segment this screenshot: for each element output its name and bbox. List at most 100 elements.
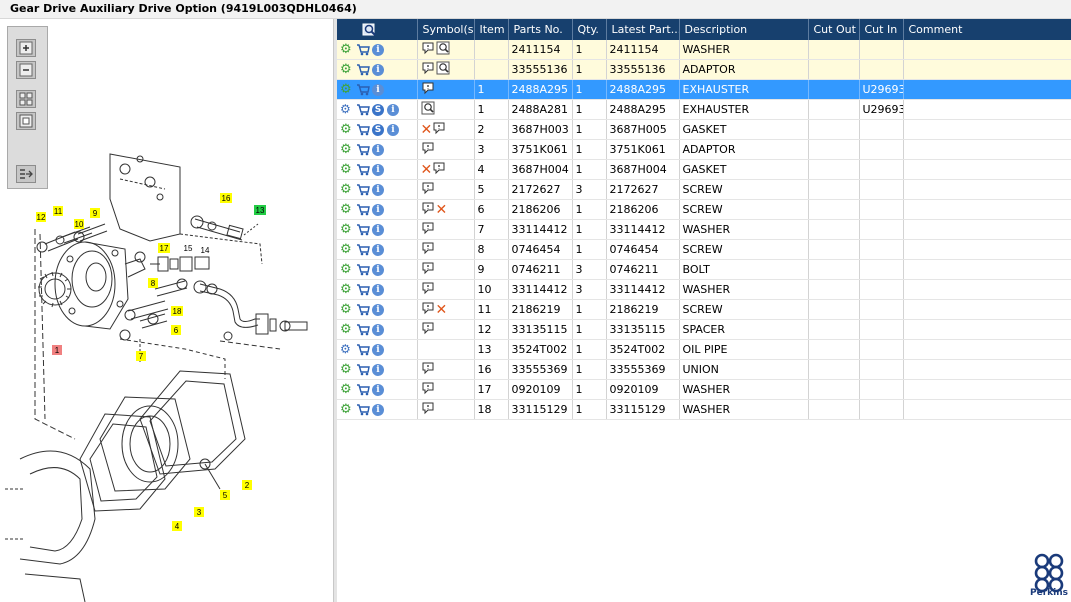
gear-icon[interactable]: ⚙ (340, 243, 353, 256)
cart-icon[interactable] (356, 143, 370, 156)
cart-icon[interactable] (356, 103, 370, 116)
table-row[interactable]: ⚙ i 16 33555369 1 33555369 UNION (337, 359, 1071, 380)
gear-icon[interactable]: ⚙ (340, 383, 353, 396)
comment-icon[interactable] (432, 161, 446, 178)
info-icon[interactable]: i (372, 243, 384, 256)
callout-16[interactable]: 16 (220, 193, 232, 203)
callout-13[interactable]: 13 (254, 205, 266, 215)
cart-icon[interactable] (356, 223, 370, 236)
gear-icon[interactable]: ⚙ (340, 43, 353, 56)
gear-icon[interactable]: ⚙ (340, 303, 353, 316)
info-icon[interactable]: i (372, 263, 384, 276)
info-icon[interactable]: i (372, 403, 384, 416)
comment-icon[interactable] (421, 41, 435, 58)
supersession-icon[interactable]: S (372, 103, 384, 116)
fit-all-icon[interactable] (16, 90, 36, 108)
table-row[interactable]: ⚙ i 9 0746211 3 0746211 BOLT (337, 259, 1071, 280)
info-icon[interactable]: i (372, 283, 384, 296)
expand-panel-icon[interactable] (16, 165, 36, 183)
gear-icon[interactable]: ⚙ (340, 223, 353, 236)
column-header-qty[interactable]: Qty. (572, 19, 607, 40)
comment-icon[interactable] (421, 281, 435, 298)
cart-icon[interactable] (356, 43, 370, 56)
info-icon[interactable]: i (372, 163, 384, 176)
callout-18[interactable]: 18 (171, 306, 183, 316)
table-row[interactable]: ⚙ i 10 33114412 3 33114412 WASHER (337, 279, 1071, 300)
view-diagram-icon[interactable] (421, 101, 436, 118)
callout-5[interactable]: 5 (220, 490, 230, 500)
cart-icon[interactable] (356, 343, 370, 356)
comment-icon[interactable] (421, 321, 435, 338)
table-row[interactable]: ⚙ i 8 0746454 1 0746454 SCREW (337, 239, 1071, 260)
gear-icon[interactable]: ⚙ (340, 363, 353, 376)
callout-11[interactable]: 11 (53, 206, 63, 216)
table-row[interactable]: ⚙ i ✕ 6 2186206 1 2186206 SCREW (337, 199, 1071, 220)
callout-14[interactable]: 14 (201, 246, 210, 255)
info-icon[interactable]: i (372, 63, 384, 76)
info-icon[interactable]: i (372, 43, 384, 56)
gear-icon[interactable]: ⚙ (340, 83, 353, 96)
cart-icon[interactable] (356, 123, 370, 136)
cart-icon[interactable] (356, 383, 370, 396)
info-icon[interactable]: i (372, 363, 384, 376)
column-header-comment[interactable]: Comment (903, 19, 1071, 40)
gear-icon[interactable]: ⚙ (340, 203, 353, 216)
gear-icon[interactable]: ⚙ (340, 123, 353, 136)
table-row[interactable]: ⚙ i 33555136 1 33555136 ADAPTOR (337, 59, 1071, 80)
callout-10[interactable]: 10 (74, 219, 84, 229)
table-row[interactable]: ⚙i12488A29512488A295EXHAUSTERU29693: (337, 79, 1071, 100)
cart-icon[interactable] (356, 163, 370, 176)
comment-icon[interactable] (421, 401, 435, 418)
gear-icon[interactable]: ⚙ (340, 403, 353, 416)
info-icon[interactable]: i (372, 303, 384, 316)
comment-icon[interactable] (421, 241, 435, 258)
callout-3[interactable]: 3 (194, 507, 204, 517)
gear-icon[interactable]: ⚙ (340, 343, 353, 356)
cart-icon[interactable] (356, 243, 370, 256)
callout-15[interactable]: 15 (184, 244, 193, 253)
cart-icon[interactable] (356, 283, 370, 296)
not-available-icon[interactable]: ✕ (421, 123, 433, 137)
column-header-latest-part[interactable]: Latest Part... (606, 19, 680, 40)
column-header-cut-in[interactable]: Cut In (859, 19, 904, 40)
comment-icon[interactable] (421, 301, 435, 318)
comment-icon[interactable] (421, 361, 435, 378)
not-available-icon[interactable]: ✕ (421, 163, 433, 177)
gear-icon[interactable]: ⚙ (340, 323, 353, 336)
cart-icon[interactable] (356, 203, 370, 216)
supersession-icon[interactable]: S (372, 123, 384, 136)
fit-window-icon[interactable] (16, 112, 36, 130)
table-row[interactable]: ⚙ i 2411154 1 2411154 WASHER (337, 40, 1071, 60)
callout-2[interactable]: 2 (242, 480, 252, 490)
table-row[interactable]: ⚙ Si ✕ 2 3687H003 1 3687H005 GASKET (337, 119, 1071, 140)
comment-icon[interactable] (421, 261, 435, 278)
comment-icon[interactable] (421, 381, 435, 398)
exploded-parts-diagram[interactable]: 12 11 10 9 16 13 17 15 14 8 18 6 7 1 2 5… (0, 19, 333, 602)
comment-icon[interactable] (421, 61, 435, 78)
info-icon[interactable]: i (372, 143, 384, 156)
cart-icon[interactable] (356, 63, 370, 76)
callout-6[interactable]: 6 (171, 325, 181, 335)
view-diagram-icon[interactable] (436, 41, 451, 58)
table-row[interactable]: ⚙ i 17 0920109 1 0920109 WASHER (337, 379, 1071, 400)
comment-icon[interactable] (432, 121, 446, 138)
zoom-out-icon[interactable] (16, 61, 36, 79)
gear-icon[interactable]: ⚙ (340, 263, 353, 276)
callout-8[interactable]: 8 (148, 278, 158, 288)
column-header-parts-no[interactable]: Parts No. (508, 19, 573, 40)
comment-icon[interactable] (421, 181, 435, 198)
table-row[interactable]: ⚙ i 5 2172627 3 2172627 SCREW (337, 179, 1071, 200)
callout-4[interactable]: 4 (172, 521, 182, 531)
callout-12[interactable]: 12 (36, 212, 46, 222)
info-icon[interactable]: i (387, 103, 399, 116)
table-row[interactable]: ⚙ i 12 33135115 1 33135115 SPACER (337, 319, 1071, 340)
table-row[interactable]: ⚙ i 7 33114412 1 33114412 WASHER (337, 219, 1071, 240)
callout-17[interactable]: 17 (158, 243, 170, 253)
gear-icon[interactable]: ⚙ (340, 63, 353, 76)
column-header-actions[interactable] (337, 19, 418, 40)
column-header-cut-out[interactable]: Cut Out (808, 19, 860, 40)
callout-9[interactable]: 9 (90, 208, 100, 218)
zoom-in-icon[interactable] (16, 39, 36, 57)
callout-1[interactable]: 1 (52, 345, 62, 355)
comment-icon[interactable] (421, 141, 435, 158)
